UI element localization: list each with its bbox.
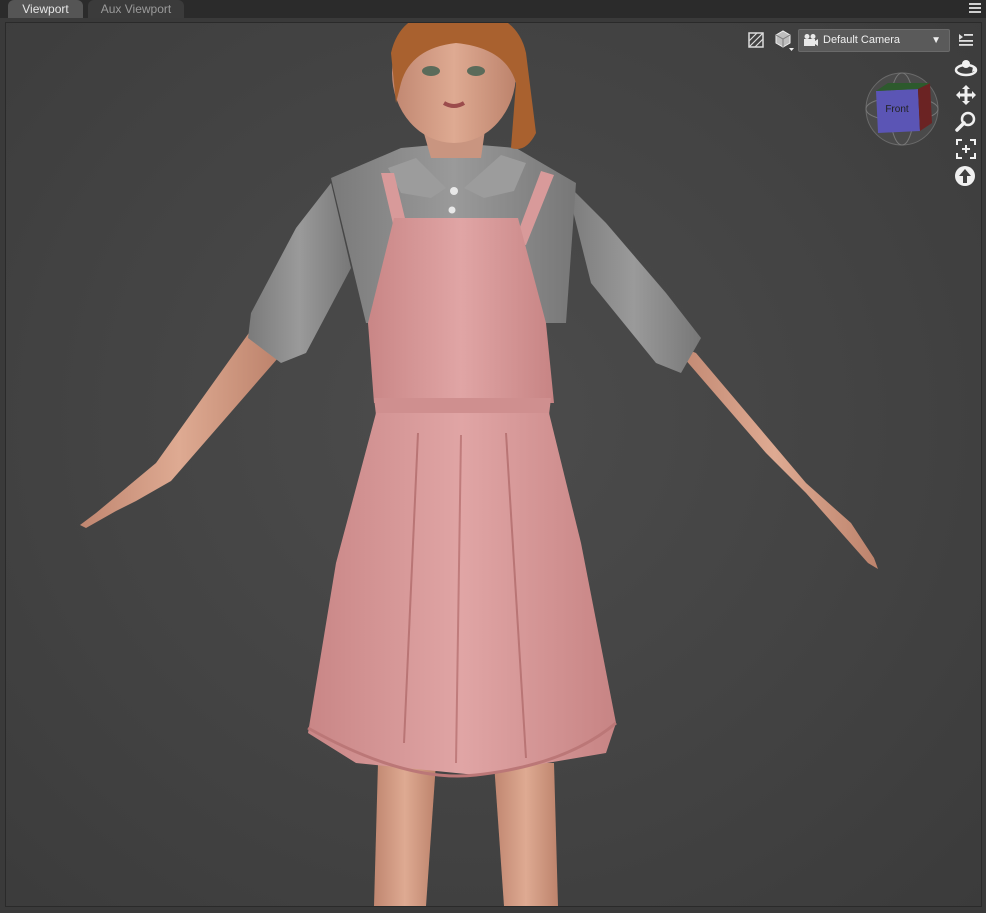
zoom-icon[interactable] [955, 111, 977, 133]
viewport-area[interactable]: Default Camera ▼ Front [5, 22, 982, 907]
pan-icon[interactable] [955, 84, 977, 106]
right-eye [467, 66, 485, 76]
shirt-button [448, 206, 456, 214]
dress-waistband [374, 398, 551, 415]
view-cube[interactable]: Front [864, 71, 940, 147]
view-cube-face-label: Front [885, 104, 909, 115]
left-arm [80, 323, 278, 528]
tab-aux-viewport[interactable]: Aux Viewport [88, 0, 184, 18]
camera-select-value: Default Camera [823, 34, 901, 46]
viewport-options-icon[interactable] [957, 31, 975, 49]
camera-icon [804, 34, 818, 46]
perspective-cube-icon[interactable] [772, 28, 796, 52]
scene-figure[interactable] [6, 23, 981, 906]
shirt-button [450, 187, 458, 195]
left-sleeve [248, 183, 351, 363]
frame-icon[interactable] [955, 138, 977, 160]
up-arrow-icon[interactable] [954, 165, 976, 187]
chevron-down-icon: ▼ [931, 35, 941, 46]
camera-select[interactable]: Default Camera ▼ [798, 29, 950, 52]
orbit-icon[interactable] [954, 58, 978, 78]
dress-skirt [308, 413, 616, 775]
right-leg [494, 763, 558, 906]
left-eye [422, 66, 440, 76]
draw-style-icon[interactable] [747, 31, 765, 49]
tab-bar: Viewport Aux Viewport [0, 0, 986, 18]
left-leg [374, 763, 436, 906]
right-arm [671, 343, 878, 569]
panel-menu-icon[interactable] [967, 0, 983, 16]
tab-viewport[interactable]: Viewport [8, 0, 83, 18]
right-sleeve [566, 183, 701, 373]
